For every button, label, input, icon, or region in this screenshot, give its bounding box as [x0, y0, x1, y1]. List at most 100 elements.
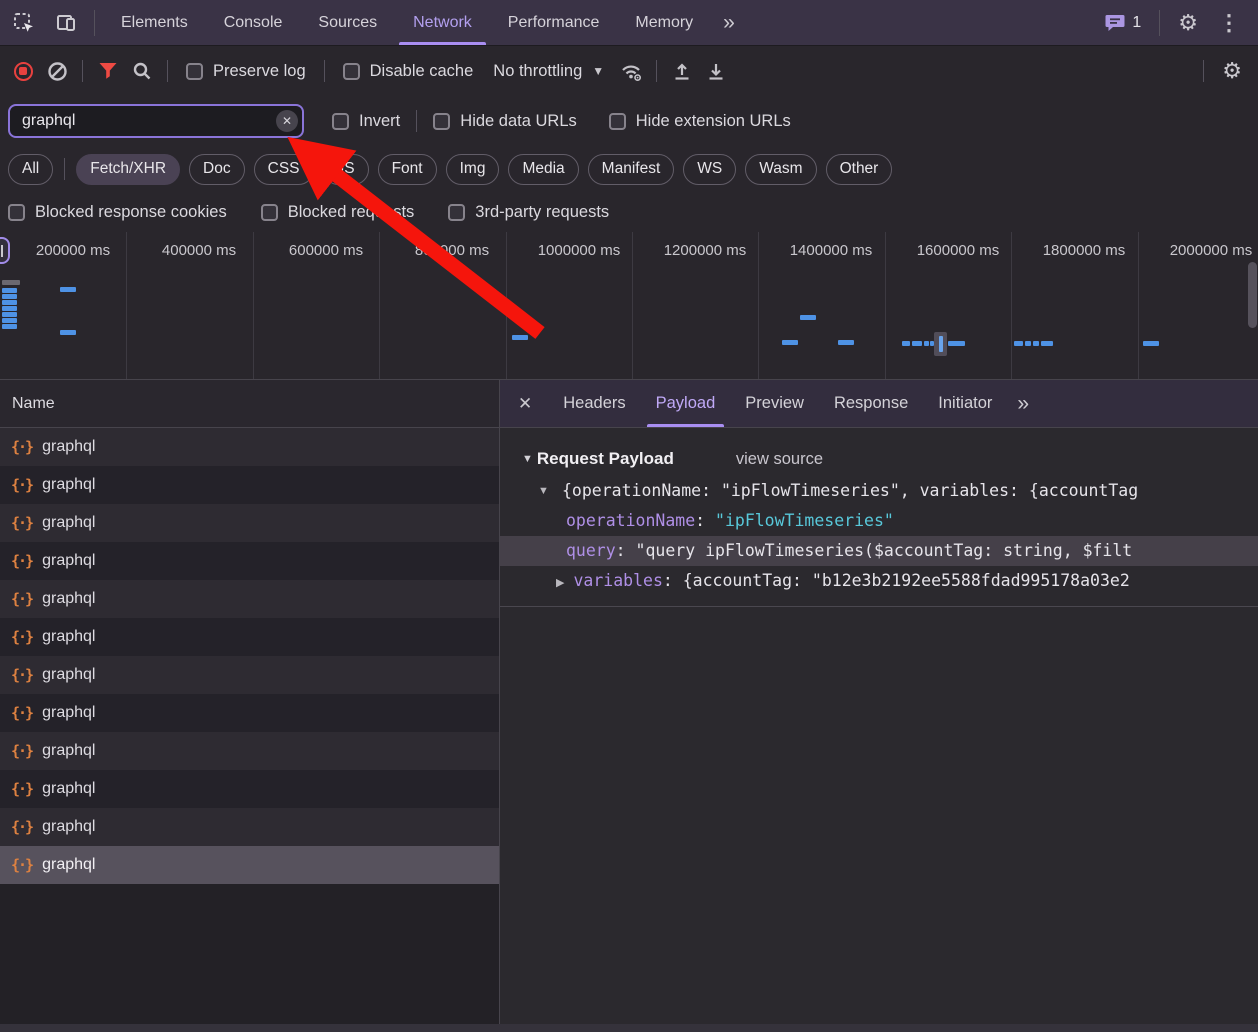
3rd-party-requests-checkbox[interactable]: 3rd-party requests: [448, 203, 609, 222]
detail-tab-initiator[interactable]: Initiator: [923, 380, 1007, 427]
request-row[interactable]: {·}graphql: [0, 580, 499, 618]
timeline-left-handle[interactable]: [0, 237, 10, 264]
payload-prop-operationname[interactable]: operationName: "ipFlowTimeseries": [500, 506, 1258, 536]
kebab-menu-icon[interactable]: ⋮: [1208, 12, 1250, 34]
filter-chip-manifest[interactable]: Manifest: [588, 154, 675, 185]
view-source-link[interactable]: view source: [736, 450, 823, 469]
request-timing-bar[interactable]: [902, 341, 910, 346]
more-panels-icon[interactable]: »: [711, 11, 747, 35]
selected-request-marker[interactable]: [934, 332, 947, 356]
checkbox[interactable]: [433, 113, 450, 130]
request-row[interactable]: {·}graphql: [0, 694, 499, 732]
request-row[interactable]: {·}graphql: [0, 542, 499, 580]
filter-chip-font[interactable]: Font: [378, 154, 437, 185]
detail-tab-payload[interactable]: Payload: [641, 380, 731, 427]
record-network-log-icon[interactable]: [6, 54, 40, 88]
request-timing-bar[interactable]: [2, 306, 17, 311]
request-timing-bar[interactable]: [60, 330, 76, 335]
settings-gear-icon[interactable]: ⚙: [1168, 12, 1208, 34]
detail-tab-headers[interactable]: Headers: [548, 380, 640, 427]
timeline-scrollbar-thumb[interactable]: [1248, 262, 1257, 328]
request-timing-bar[interactable]: [948, 341, 965, 346]
tab-performance[interactable]: Performance: [490, 0, 618, 45]
request-timing-bar[interactable]: [782, 340, 798, 345]
filter-chip-wasm[interactable]: Wasm: [745, 154, 816, 185]
filter-chip-other[interactable]: Other: [826, 154, 893, 185]
expand-triangle-icon[interactable]: ▶: [556, 577, 564, 589]
checkbox[interactable]: [343, 63, 360, 80]
filter-chip-img[interactable]: Img: [446, 154, 500, 185]
payload-prop-query[interactable]: query: "query ipFlowTimeseries($accountT…: [500, 536, 1258, 566]
checkbox[interactable]: [332, 113, 349, 130]
filter-chip-css[interactable]: CSS: [254, 154, 314, 185]
clear-network-log-icon[interactable]: [40, 54, 74, 88]
request-timing-bar[interactable]: [1033, 341, 1039, 346]
detail-tab-response[interactable]: Response: [819, 380, 923, 427]
request-timing-bar[interactable]: [60, 287, 76, 292]
tab-elements[interactable]: Elements: [103, 0, 206, 45]
blocked-requests-checkbox[interactable]: Blocked requests: [261, 203, 415, 222]
import-har-icon[interactable]: [665, 54, 699, 88]
request-row[interactable]: {·}graphql: [0, 770, 499, 808]
disable-cache-checkbox[interactable]: Disable cache: [343, 62, 474, 81]
request-timing-bar[interactable]: [2, 280, 20, 285]
collapse-triangle-icon[interactable]: ▼: [522, 453, 533, 465]
throttling-dropdown[interactable]: No throttling ▼: [483, 62, 614, 81]
request-row[interactable]: {·}graphql: [0, 732, 499, 770]
hide-extension-urls-checkbox[interactable]: Hide extension URLs: [609, 112, 791, 131]
expand-triangle-icon[interactable]: ▼: [538, 476, 549, 506]
invert-checkbox[interactable]: Invert: [332, 112, 400, 131]
request-timing-bar[interactable]: [1014, 341, 1023, 346]
name-column-header[interactable]: Name: [0, 380, 499, 428]
request-row-selected[interactable]: {·}graphql: [0, 846, 499, 884]
request-timing-bar[interactable]: [2, 318, 17, 323]
request-timing-bar[interactable]: [800, 315, 816, 320]
checkbox[interactable]: [261, 204, 278, 221]
request-timing-bar[interactable]: [1041, 341, 1053, 346]
close-details-icon[interactable]: ✕: [500, 394, 548, 414]
tab-sources[interactable]: Sources: [300, 0, 395, 45]
tab-console[interactable]: Console: [206, 0, 301, 45]
request-row[interactable]: {·}graphql: [0, 808, 499, 846]
filter-chip-media[interactable]: Media: [508, 154, 578, 185]
request-timing-bar[interactable]: [512, 335, 528, 340]
network-conditions-icon[interactable]: [614, 54, 648, 88]
more-detail-tabs-icon[interactable]: »: [1007, 392, 1039, 416]
checkbox[interactable]: [8, 204, 25, 221]
request-row[interactable]: {·}graphql: [0, 504, 499, 542]
filter-funnel-icon[interactable]: [91, 54, 125, 88]
export-har-icon[interactable]: [699, 54, 733, 88]
request-timing-bar[interactable]: [2, 300, 17, 305]
hide-data-urls-checkbox[interactable]: Hide data URLs: [433, 112, 576, 131]
network-overview-timeline[interactable]: 200000 ms400000 ms600000 ms800000 ms1000…: [0, 232, 1258, 380]
checkbox[interactable]: [609, 113, 626, 130]
request-timing-bar[interactable]: [2, 288, 17, 293]
search-icon[interactable]: [125, 54, 159, 88]
checkbox[interactable]: [448, 204, 465, 221]
request-row[interactable]: {·}graphql: [0, 428, 499, 466]
request-timing-bar[interactable]: [2, 294, 17, 299]
request-row[interactable]: {·}graphql: [0, 656, 499, 694]
filter-chip-all[interactable]: All: [8, 154, 53, 185]
network-filter-input[interactable]: [8, 104, 304, 138]
payload-summary-row[interactable]: ▼{operationName: "ipFlowTimeseries", var…: [500, 476, 1258, 506]
filter-chip-js[interactable]: JS: [323, 154, 369, 185]
tab-network[interactable]: Network: [395, 0, 490, 45]
network-settings-gear-icon[interactable]: ⚙: [1212, 60, 1252, 82]
request-timing-bar[interactable]: [1143, 341, 1159, 346]
preserve-log-checkbox[interactable]: Preserve log: [186, 62, 306, 81]
payload-prop-variables[interactable]: ▶variables: {accountTag: "b12e3b2192ee55…: [500, 566, 1258, 596]
device-toolbar-icon[interactable]: [52, 9, 80, 37]
request-timing-bar[interactable]: [912, 341, 922, 346]
detail-tab-preview[interactable]: Preview: [730, 380, 819, 427]
clear-filter-icon[interactable]: ✕: [276, 110, 298, 132]
filter-chip-doc[interactable]: Doc: [189, 154, 245, 185]
issues-badge[interactable]: 1: [1095, 14, 1151, 32]
request-timing-bar[interactable]: [2, 312, 17, 317]
request-timing-bar[interactable]: [1025, 341, 1031, 346]
request-timing-bar[interactable]: [2, 324, 17, 329]
tab-memory[interactable]: Memory: [617, 0, 711, 45]
request-timing-bar[interactable]: [838, 340, 854, 345]
request-timing-bar[interactable]: [924, 341, 929, 346]
checkbox[interactable]: [186, 63, 203, 80]
